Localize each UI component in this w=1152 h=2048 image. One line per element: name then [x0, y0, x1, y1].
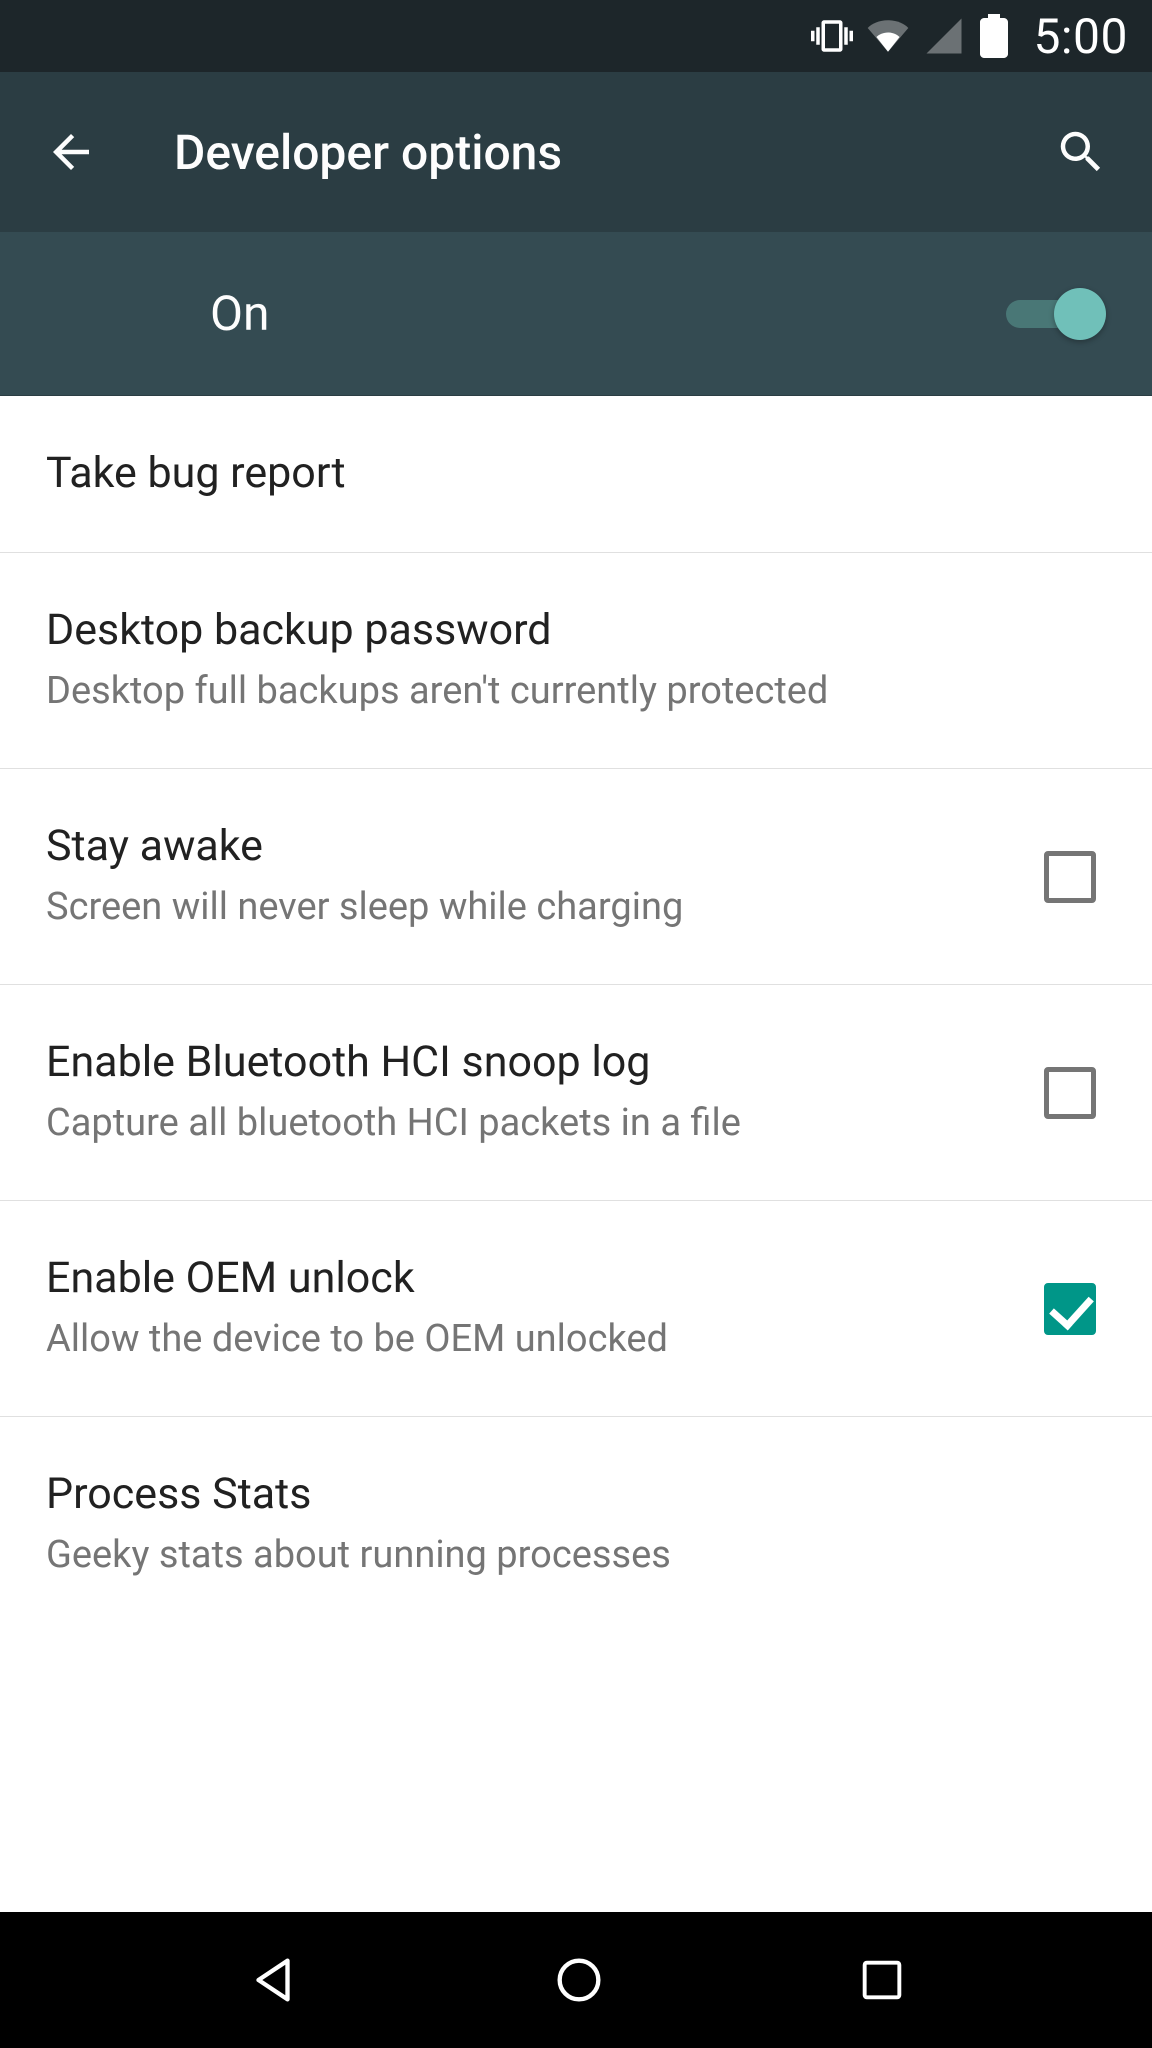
back-button[interactable] — [44, 125, 98, 179]
nav-recents-button[interactable] — [856, 1954, 908, 2006]
row-bt-hci-snoop[interactable]: Enable Bluetooth HCI snoop log Capture a… — [0, 985, 1152, 1201]
wifi-icon — [867, 15, 909, 57]
status-time: 5:00 — [1033, 8, 1128, 65]
nav-home-button[interactable] — [550, 1951, 608, 2009]
status-bar: 5:00 — [0, 0, 1152, 72]
master-toggle-switch[interactable] — [1006, 288, 1106, 340]
setting-title: Stay awake — [46, 819, 1008, 875]
setting-title: Enable Bluetooth HCI snoop log — [46, 1035, 1008, 1091]
setting-subtitle: Screen will never sleep while charging — [46, 881, 1008, 934]
nav-back-button[interactable] — [244, 1951, 302, 2009]
master-toggle-row[interactable]: On — [0, 232, 1152, 396]
stay-awake-checkbox[interactable] — [1044, 851, 1096, 903]
setting-subtitle: Geeky stats about running processes — [46, 1529, 1106, 1582]
row-take-bug-report[interactable]: Take bug report — [0, 396, 1152, 553]
row-process-stats[interactable]: Process Stats Geeky stats about running … — [0, 1417, 1152, 1602]
row-stay-awake[interactable]: Stay awake Screen will never sleep while… — [0, 769, 1152, 985]
setting-subtitle: Capture all bluetooth HCI packets in a f… — [46, 1097, 1008, 1150]
vibrate-icon — [811, 15, 853, 57]
settings-list: Take bug report Desktop backup password … — [0, 396, 1152, 1912]
app-bar: Developer options — [0, 72, 1152, 232]
cell-icon — [923, 15, 965, 57]
setting-title: Take bug report — [46, 446, 1106, 502]
row-desktop-backup-password[interactable]: Desktop backup password Desktop full bac… — [0, 553, 1152, 769]
bt-hci-checkbox[interactable] — [1044, 1067, 1096, 1119]
row-enable-oem-unlock[interactable]: Enable OEM unlock Allow the device to be… — [0, 1201, 1152, 1417]
search-button[interactable] — [1054, 125, 1108, 179]
setting-title: Process Stats — [46, 1467, 1106, 1523]
setting-title: Enable OEM unlock — [46, 1251, 1008, 1307]
setting-subtitle: Desktop full backups aren't currently pr… — [46, 665, 1106, 718]
setting-subtitle: Allow the device to be OEM unlocked — [46, 1313, 1008, 1366]
battery-icon — [979, 14, 1009, 58]
setting-title: Desktop backup password — [46, 603, 1106, 659]
page-title: Developer options — [174, 124, 978, 181]
master-toggle-label: On — [210, 285, 1006, 342]
oem-unlock-checkbox[interactable] — [1044, 1283, 1096, 1335]
navigation-bar — [0, 1912, 1152, 2048]
